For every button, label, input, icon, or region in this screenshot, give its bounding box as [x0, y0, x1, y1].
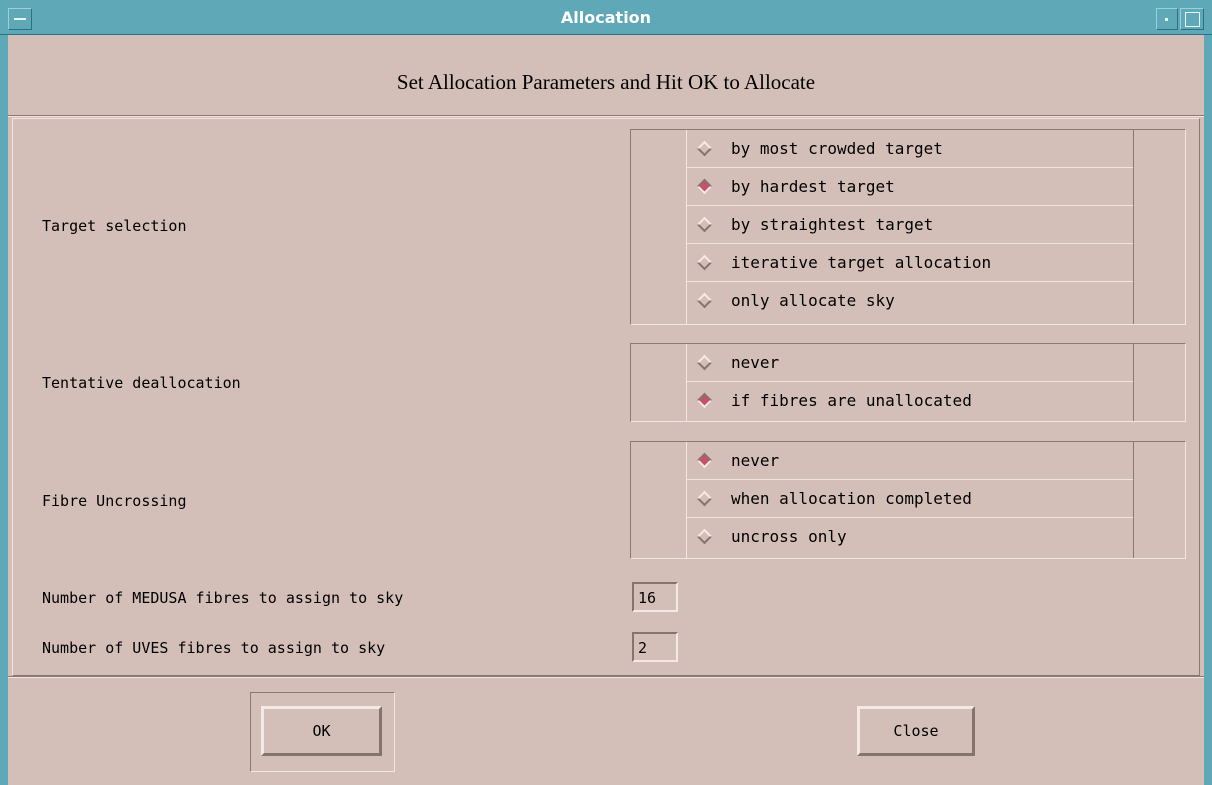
minimize-icon[interactable] [1156, 8, 1178, 30]
target-selection-option-label: by straightest target [731, 215, 934, 234]
maximize-icon[interactable] [1180, 8, 1204, 30]
fibre-uncrossing-option-label: uncross only [731, 527, 847, 546]
ok-button[interactable]: OK [261, 706, 382, 756]
tentative-deallocation-group: never if fibres are unallocated [630, 343, 1186, 422]
radio-selected-icon[interactable] [696, 452, 713, 469]
target-selection-option[interactable]: only allocate sky [687, 282, 1133, 320]
window-title: Allocation [560, 8, 652, 27]
fibre-uncrossing-option[interactable]: when allocation completed [687, 480, 1133, 518]
tentative-deallocation-label: Tentative deallocation [42, 374, 241, 392]
target-selection-option[interactable]: by hardest target [687, 168, 1133, 206]
uves-sky-input[interactable]: 2 [632, 632, 678, 662]
heading-divider [8, 115, 1204, 117]
fibre-uncrossing-group: never when allocation completed uncross on… [630, 441, 1186, 559]
close-button[interactable]: Close [857, 706, 975, 756]
radio-unselected-icon[interactable] [696, 292, 713, 309]
tentative-deallocation-option[interactable]: never [687, 344, 1133, 382]
medusa-sky-input[interactable]: 16 [632, 582, 678, 612]
target-selection-label: Target selection [42, 217, 187, 235]
radio-unselected-icon[interactable] [696, 254, 713, 271]
fibre-uncrossing-options: never when allocation completed uncross on… [686, 442, 1134, 558]
dialog-heading: Set Allocation Parameters and Hit OK to … [396, 70, 816, 94]
fibre-uncrossing-option-label: never [731, 451, 780, 470]
target-selection-option-label: iterative target allocation [731, 253, 992, 272]
target-selection-group: by most crowded target by hardest target b… [630, 129, 1186, 325]
medusa-sky-label: Number of MEDUSA fibres to assign to sky [42, 589, 404, 607]
tentative-deallocation-option-label: never [731, 353, 780, 372]
target-selection-option-label: only allocate sky [731, 291, 895, 310]
radio-unselected-icon[interactable] [696, 490, 713, 507]
uves-sky-label: Number of UVES fibres to assign to sky [42, 639, 386, 657]
radio-unselected-icon[interactable] [696, 216, 713, 233]
button-divider [8, 676, 1204, 678]
tentative-deallocation-option-label: if fibres are unallocated [731, 391, 972, 410]
fibre-uncrossing-option-label: when allocation completed [731, 489, 972, 508]
target-selection-option-label: by hardest target [731, 177, 895, 196]
radio-unselected-icon[interactable] [696, 528, 713, 545]
title-bar[interactable]: Allocation [0, 0, 1212, 35]
target-selection-options: by most crowded target by hardest target b… [686, 130, 1134, 324]
radio-unselected-icon[interactable] [696, 140, 713, 157]
fibre-uncrossing-option[interactable]: never [687, 442, 1133, 480]
radio-unselected-icon[interactable] [696, 354, 713, 371]
target-selection-option[interactable]: by straightest target [687, 206, 1133, 244]
target-selection-option-label: by most crowded target [731, 139, 943, 158]
fibre-uncrossing-label: Fibre Uncrossing [42, 492, 187, 510]
radio-selected-icon[interactable] [696, 392, 713, 409]
tentative-deallocation-options: never if fibres are unallocated [686, 344, 1134, 421]
target-selection-option[interactable]: by most crowded target [687, 130, 1133, 168]
target-selection-option[interactable]: iterative target allocation [687, 244, 1133, 282]
fibre-uncrossing-option[interactable]: uncross only [687, 518, 1133, 556]
radio-selected-icon[interactable] [696, 178, 713, 195]
tentative-deallocation-option[interactable]: if fibres are unallocated [687, 382, 1133, 420]
